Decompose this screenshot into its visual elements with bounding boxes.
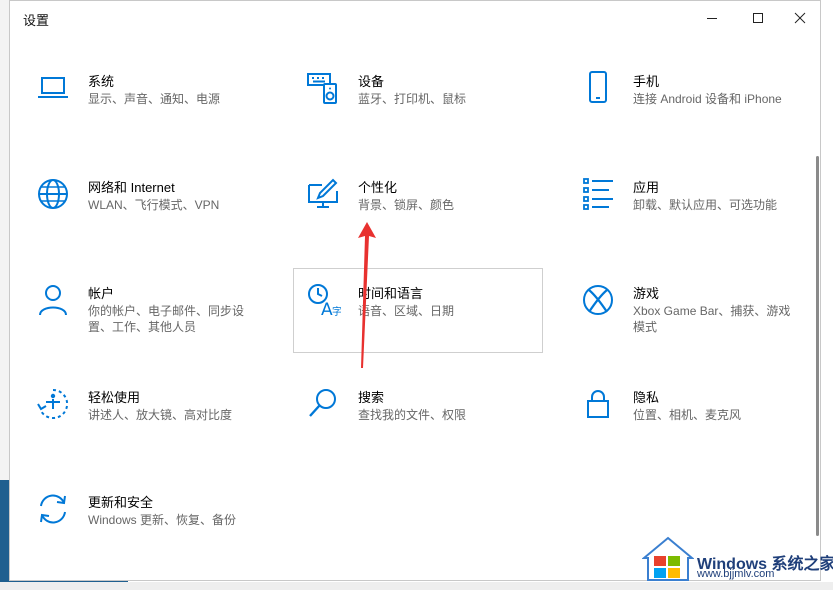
tile-accounts[interactable]: 帐户 你的帐户、电子邮件、同步设置、工作、其他人员 [10,283,260,365]
tile-apps[interactable]: 应用 卸载、默认应用、可选功能 [555,177,805,259]
globe-icon [38,179,68,209]
tile-ease-of-access[interactable]: 轻松使用 讲述人、放大镜、高对比度 [10,387,260,469]
tile-name: 更新和安全 [88,495,154,510]
tile-phone[interactable]: 手机 连接 Android 设备和 iPhone [555,71,805,153]
annotation-arrow [358,222,376,368]
ease-of-access-icon [37,388,69,419]
tile-personalization[interactable]: 个性化 背景、锁屏、颜色 [280,177,530,259]
minimize-icon [707,18,717,19]
window-title: 设置 [23,13,50,28]
apps-list-icon [583,178,613,210]
xbox-icon [583,285,613,315]
laptop-icon [38,77,68,98]
tile-desc: Xbox Game Bar、捕获、游戏模式 [633,304,791,334]
minimize-button[interactable] [689,1,735,35]
tile-network[interactable]: 网络和 Internet WLAN、飞行模式、VPN [10,177,260,259]
person-icon [39,285,67,316]
tile-desc: 背景、锁屏、颜色 [358,198,455,212]
tile-search[interactable]: 搜索 查找我的文件、权限 [280,387,530,469]
windows-logo-icon [642,536,694,581]
tile-desc: 查找我的文件、权限 [358,408,467,422]
tile-system[interactable]: 系统 显示、声音、通知、电源 [10,71,260,153]
tile-time-language[interactable]: A 字 时间和语言 语音、区域、日期 [293,268,543,353]
tile-name: 网络和 Internet [88,180,175,195]
close-button[interactable] [777,1,823,35]
watermark: Windows 系统之家 www.bjjmlv.com [640,536,833,584]
tile-name: 手机 [633,74,660,89]
tile-desc: 语音、区域、日期 [358,304,455,318]
tile-desc: 你的帐户、电子邮件、同步设置、工作、其他人员 [88,304,245,334]
phone-icon [589,71,607,103]
tile-desc: 位置、相机、麦克风 [633,408,742,422]
keyboard-speaker-icon [307,73,337,104]
tile-privacy[interactable]: 隐私 位置、相机、麦克风 [555,387,805,469]
tile-name: 系统 [88,74,115,89]
sync-icon [40,494,66,524]
time-language-icon: A 字 [308,284,341,317]
tile-name: 隐私 [633,390,660,405]
title-bar: 设置 [10,1,820,35]
maximize-button[interactable] [735,1,781,35]
tile-desc: 蓝牙、打印机、鼠标 [358,92,467,106]
maximize-icon [753,13,763,23]
lock-icon [587,390,609,418]
tile-desc: 讲述人、放大镜、高对比度 [88,408,233,422]
paint-monitor-icon [308,178,338,208]
search-icon [309,389,336,417]
tile-desc: 连接 Android 设备和 iPhone [633,92,782,106]
tile-desc: 显示、声音、通知、电源 [88,92,221,106]
scrollbar[interactable] [816,156,819,536]
tile-name: 搜索 [358,390,385,405]
tile-gaming[interactable]: 游戏 Xbox Game Bar、捕获、游戏模式 [555,283,805,365]
tile-desc: Windows 更新、恢复、备份 [88,513,237,527]
svg-text:字: 字 [332,305,341,317]
tile-desc: 卸载、默认应用、可选功能 [633,198,778,212]
tile-name: 游戏 [633,286,660,301]
tile-name: 轻松使用 [88,390,141,405]
tile-desc: WLAN、飞行模式、VPN [88,198,220,212]
tile-name: 应用 [633,180,660,195]
watermark-site: www.bjjmlv.com [697,568,775,580]
settings-window: 设置 系统 显示、声音、通知、电源 设备 蓝牙、打印机、鼠标 手机 连接 And… [9,0,821,581]
tile-update-security[interactable]: 更新和安全 Windows 更新、恢复、备份 [10,492,260,574]
tile-name: 个性化 [358,180,398,195]
tile-devices[interactable]: 设备 蓝牙、打印机、鼠标 [280,71,530,153]
tile-name: 帐户 [88,286,115,301]
tile-name: 设备 [358,74,385,89]
close-icon [794,12,806,24]
